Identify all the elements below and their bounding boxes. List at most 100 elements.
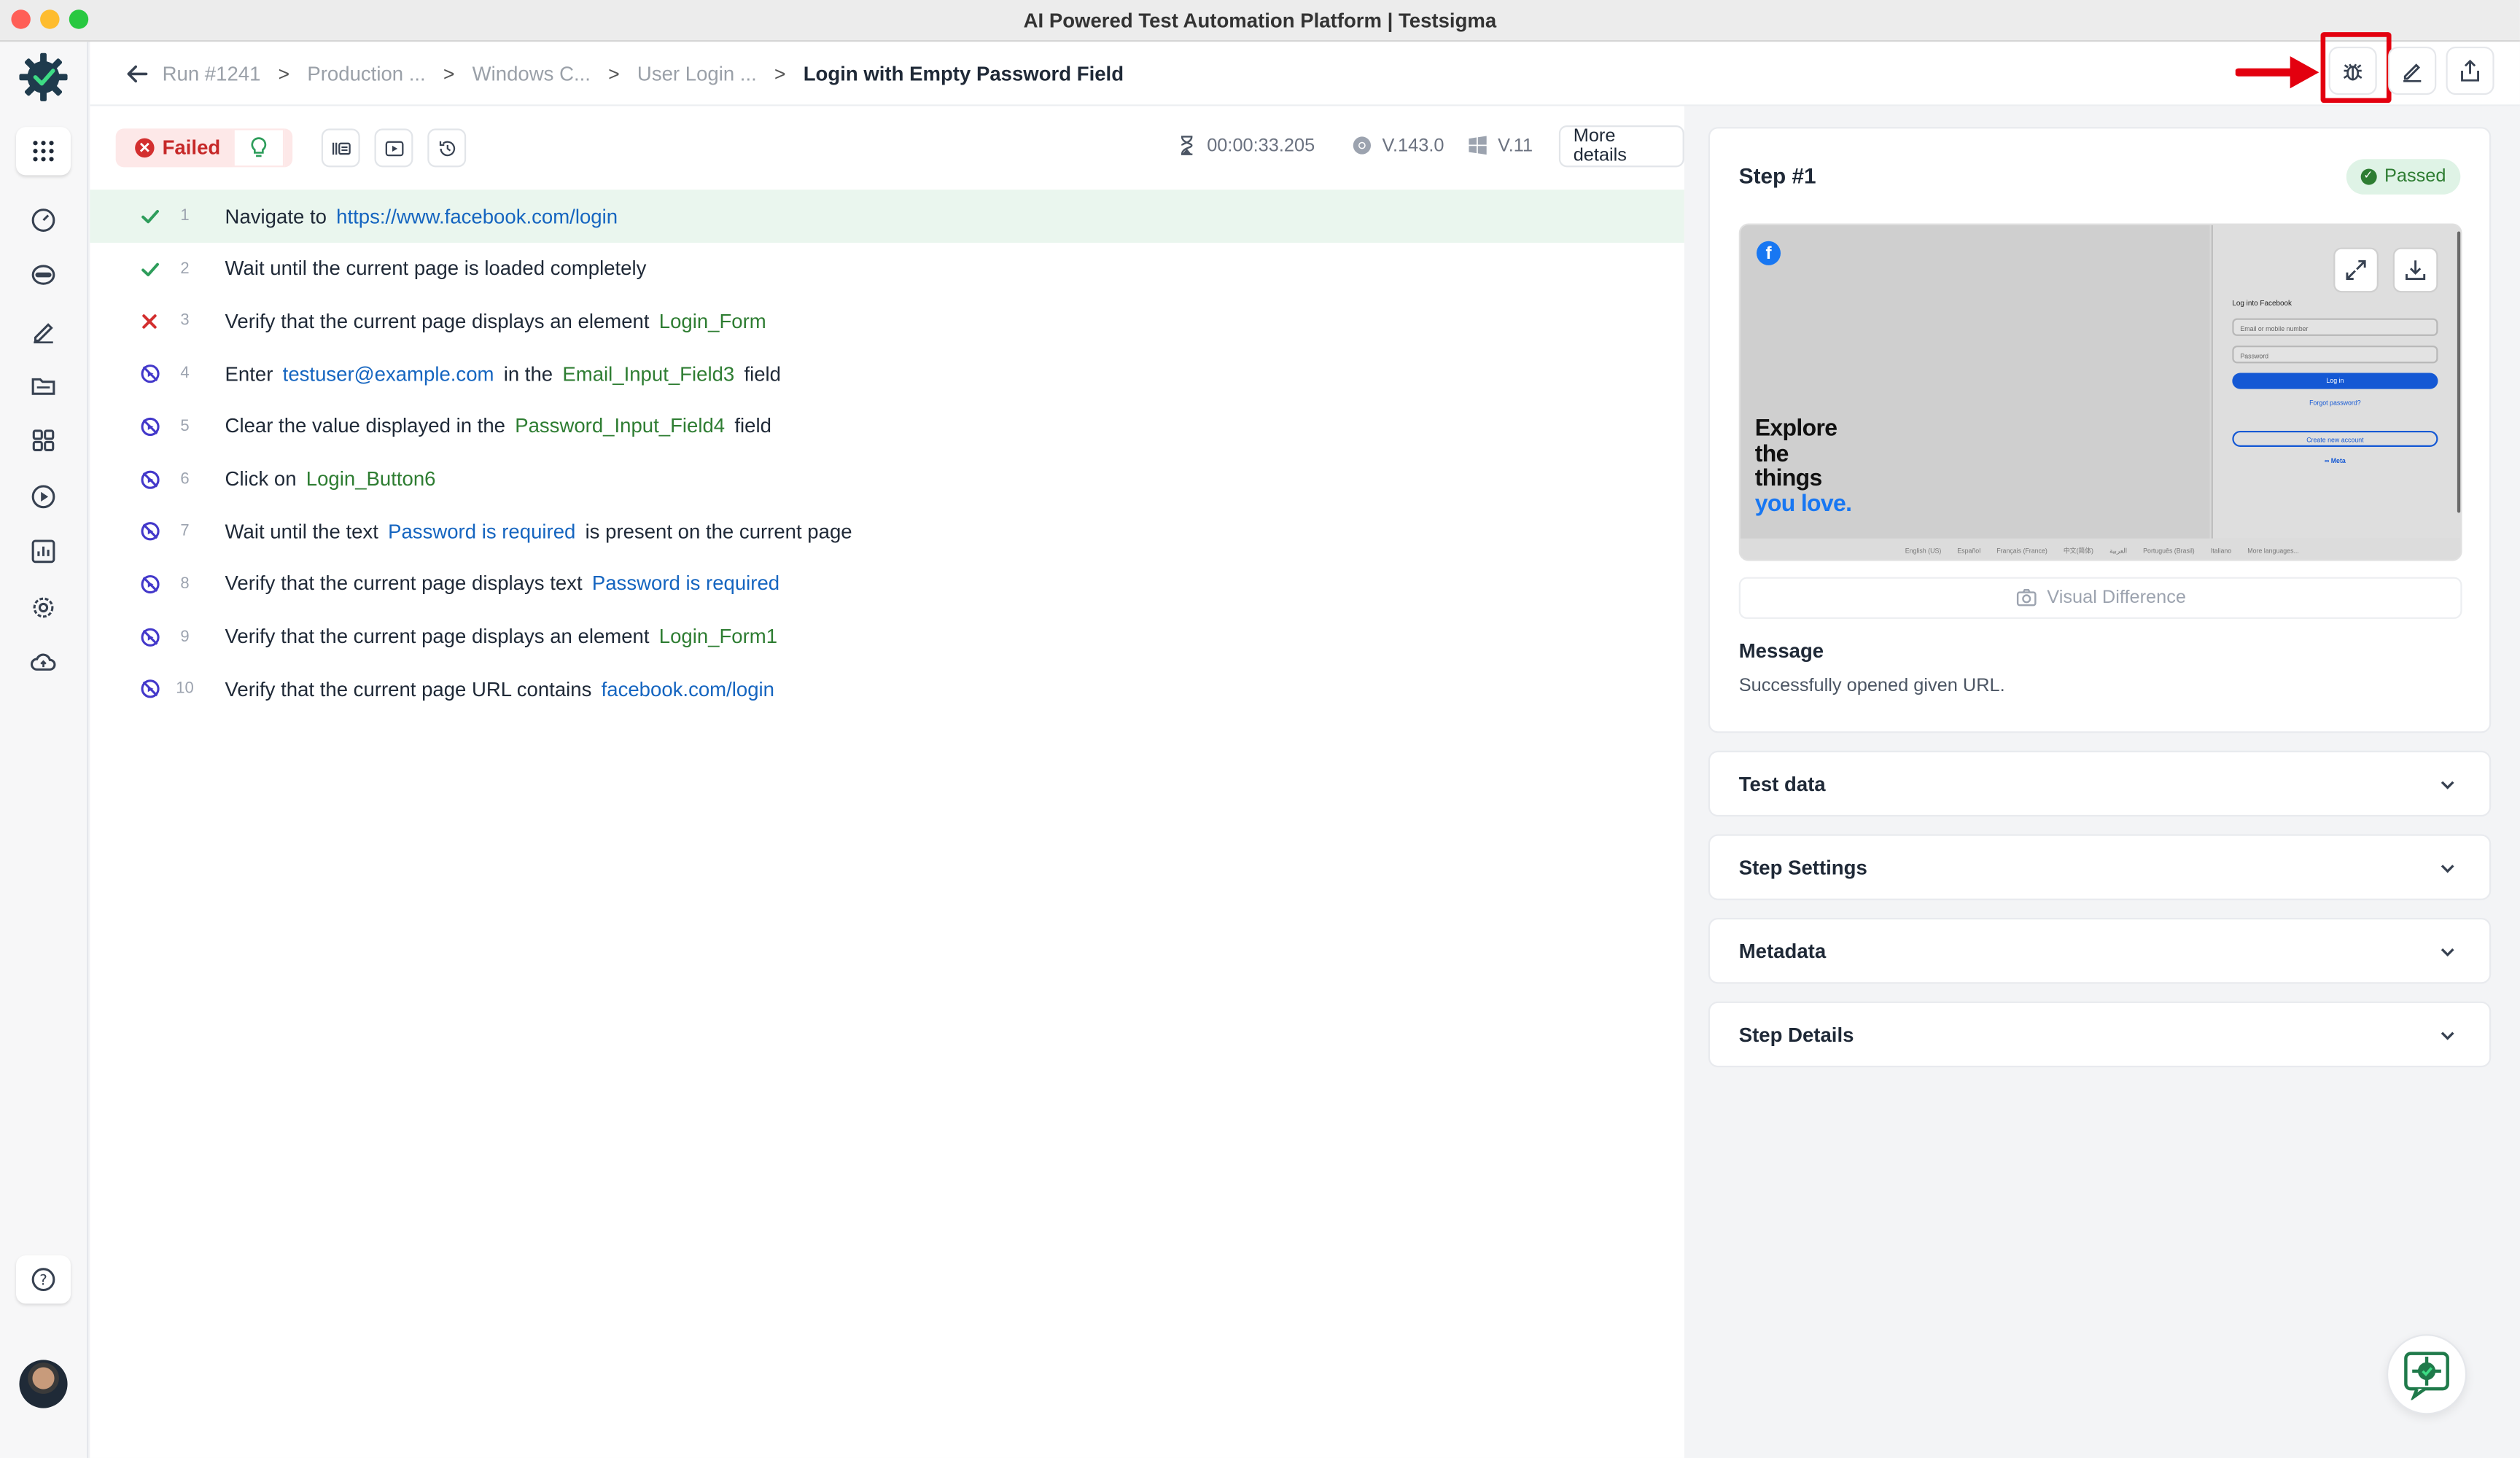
step-url-value: https://www.facebook.com/login xyxy=(336,205,618,228)
footer-link: العربية xyxy=(2109,546,2128,555)
accordion-step-details[interactable]: Step Details xyxy=(1708,1001,2492,1068)
window-titlebar: AI Powered Test Automation Platform | Te… xyxy=(0,0,2520,42)
step-screenshot[interactable]: f Explore the things you love. Log into … xyxy=(1738,223,2462,561)
result-toolbar: ✕ Failed 00:00:33.205 V.143.0 V.11 More … xyxy=(90,106,1684,190)
back-arrow-icon[interactable] xyxy=(122,60,152,89)
accordion-metadata[interactable]: Metadata xyxy=(1708,918,2492,984)
email-field: Email or mobile number xyxy=(2232,318,2438,336)
skipped-icon xyxy=(139,521,161,543)
ai-insights-button[interactable] xyxy=(233,128,285,168)
step-text: Wait until the text Password is required i… xyxy=(225,521,852,543)
test-data-nav-button[interactable] xyxy=(16,362,71,410)
breadcrumb-run[interactable]: Run #1241 xyxy=(163,63,261,85)
reports-nav-button[interactable] xyxy=(16,527,71,575)
maximize-window-button[interactable] xyxy=(69,9,89,29)
user-avatar[interactable] xyxy=(19,1360,68,1408)
runs-nav-button[interactable] xyxy=(16,472,71,521)
chevron-right-icon: > xyxy=(278,62,290,85)
footer-link: More languages... xyxy=(2247,546,2299,555)
step-element-name: Login_Form1 xyxy=(658,625,778,648)
report-bug-button[interactable] xyxy=(2328,46,2377,95)
failed-status: ✕ Failed xyxy=(116,128,233,167)
lightbulb-icon xyxy=(251,137,267,157)
expand-screenshot-button[interactable] xyxy=(2333,247,2379,293)
breadcrumb-suite[interactable]: User Login ... xyxy=(637,63,757,85)
step-number: 8 xyxy=(180,575,190,593)
test-authoring-nav-button[interactable] xyxy=(16,307,71,355)
add-ons-nav-button[interactable] xyxy=(16,416,71,464)
video-button[interactable] xyxy=(374,128,413,168)
step-text: Clear the value displayed in the Password… xyxy=(225,416,771,438)
test-step-row[interactable]: 2 Wait until the current page is loaded c… xyxy=(90,242,1684,295)
accordion-step-settings[interactable]: Step Settings xyxy=(1708,834,2492,900)
folder-icon xyxy=(31,378,55,395)
dashboard-nav-button[interactable] xyxy=(16,196,71,244)
download-screenshot-button[interactable] xyxy=(2392,247,2438,293)
help-button[interactable]: ? xyxy=(16,1255,71,1304)
check-icon xyxy=(139,205,161,227)
footer-link: Italiano xyxy=(2210,546,2232,555)
step-number: 6 xyxy=(180,469,190,488)
chevron-down-icon xyxy=(2441,865,2454,873)
minimize-window-button[interactable] xyxy=(40,9,60,29)
left-nav-rail: ? xyxy=(0,42,89,1458)
status-label: Failed xyxy=(162,136,221,160)
history-button[interactable] xyxy=(427,128,467,168)
footer-link: Português (Brasil) xyxy=(2143,546,2195,555)
test-step-row[interactable]: 8 Verify that the current page displays t… xyxy=(90,558,1684,611)
page-header: Run #1241 > Production ... > Windows C..… xyxy=(90,32,2520,106)
breadcrumb-environment[interactable]: Production ... xyxy=(307,63,425,85)
help-icon: ? xyxy=(31,1268,55,1292)
footer-link: Español xyxy=(1957,546,1981,555)
test-step-row[interactable]: 9 Verify that the current page displays a… xyxy=(90,610,1684,663)
close-window-button[interactable] xyxy=(11,9,31,29)
copilot-nav-button[interactable] xyxy=(16,251,71,299)
grid-icon xyxy=(33,141,54,162)
test-step-row[interactable]: 6 Click on Login_Button6 xyxy=(90,453,1684,506)
footer-link: Français (France) xyxy=(1996,546,2048,555)
step-text: Enter testuser@example.com in the Email_Inp… xyxy=(225,362,781,385)
step-title: Step #1 xyxy=(1738,163,1816,188)
footer-link: 中文(简体) xyxy=(2063,545,2093,554)
status-badge[interactable]: ✕ Failed xyxy=(115,128,293,168)
test-step-row[interactable]: 7 Wait until the text Password is required… xyxy=(90,505,1684,558)
hourglass-icon xyxy=(1181,136,1193,155)
chevron-down-icon xyxy=(2441,1032,2454,1040)
pencil-icon xyxy=(34,323,53,343)
apps-grid-button[interactable] xyxy=(16,127,71,176)
step-number: 3 xyxy=(180,312,190,330)
breadcrumb: Run #1241 > Production ... > Windows C..… xyxy=(163,58,1124,90)
step-test-data: Password is required xyxy=(388,520,576,543)
assistant-chat-button[interactable] xyxy=(2386,1334,2468,1415)
step-result-card: Step #1 ✓ Passed f Explore the things yo… xyxy=(1708,127,2492,733)
step-element-name: Password_Input_Field4 xyxy=(515,415,726,438)
settings-nav-button[interactable] xyxy=(16,583,71,631)
accordion-test-data[interactable]: Test data xyxy=(1708,750,2492,817)
play-circle-icon xyxy=(31,485,55,509)
logs-button[interactable] xyxy=(321,128,360,168)
test-step-row[interactable]: 5 Clear the value displayed in the Passwor… xyxy=(90,400,1684,453)
testsigma-logo-icon[interactable] xyxy=(18,52,69,104)
visual-difference-button[interactable]: Visual Difference xyxy=(1738,577,2462,619)
share-button[interactable] xyxy=(2446,46,2494,95)
cloud-nav-button[interactable] xyxy=(16,638,71,686)
edit-button[interactable] xyxy=(2388,46,2437,95)
test-step-row[interactable]: 1 Navigate to https://www.facebook.com/log… xyxy=(90,190,1684,243)
failed-x-icon: ✕ xyxy=(135,138,155,158)
step-action-text: Wait until the text xyxy=(225,520,378,543)
camera-icon xyxy=(2016,589,2036,607)
more-details-button[interactable]: More details xyxy=(1558,125,1684,168)
os-version: V.11 xyxy=(1467,135,1533,156)
test-step-row[interactable]: 4 Enter testuser@example.com in the Email_In… xyxy=(90,347,1684,400)
step-element-name: Login_Form xyxy=(658,310,766,333)
video-play-icon xyxy=(384,140,403,156)
step-action-text: in the xyxy=(503,362,553,386)
test-step-row[interactable]: 3 Verify that the current page displays a… xyxy=(90,295,1684,348)
app-root: AI Powered Test Automation Platform | Te… xyxy=(0,0,2520,1458)
login-heading: Log into Facebook xyxy=(2232,299,2292,308)
breadcrumb-platform[interactable]: Windows C... xyxy=(472,63,591,85)
test-step-row[interactable]: 10 Verify that the current page URL conta… xyxy=(90,663,1684,716)
step-number: 10 xyxy=(176,680,194,698)
accordion-label: Metadata xyxy=(1738,940,1827,963)
step-test-data: facebook.com/login xyxy=(601,678,774,701)
